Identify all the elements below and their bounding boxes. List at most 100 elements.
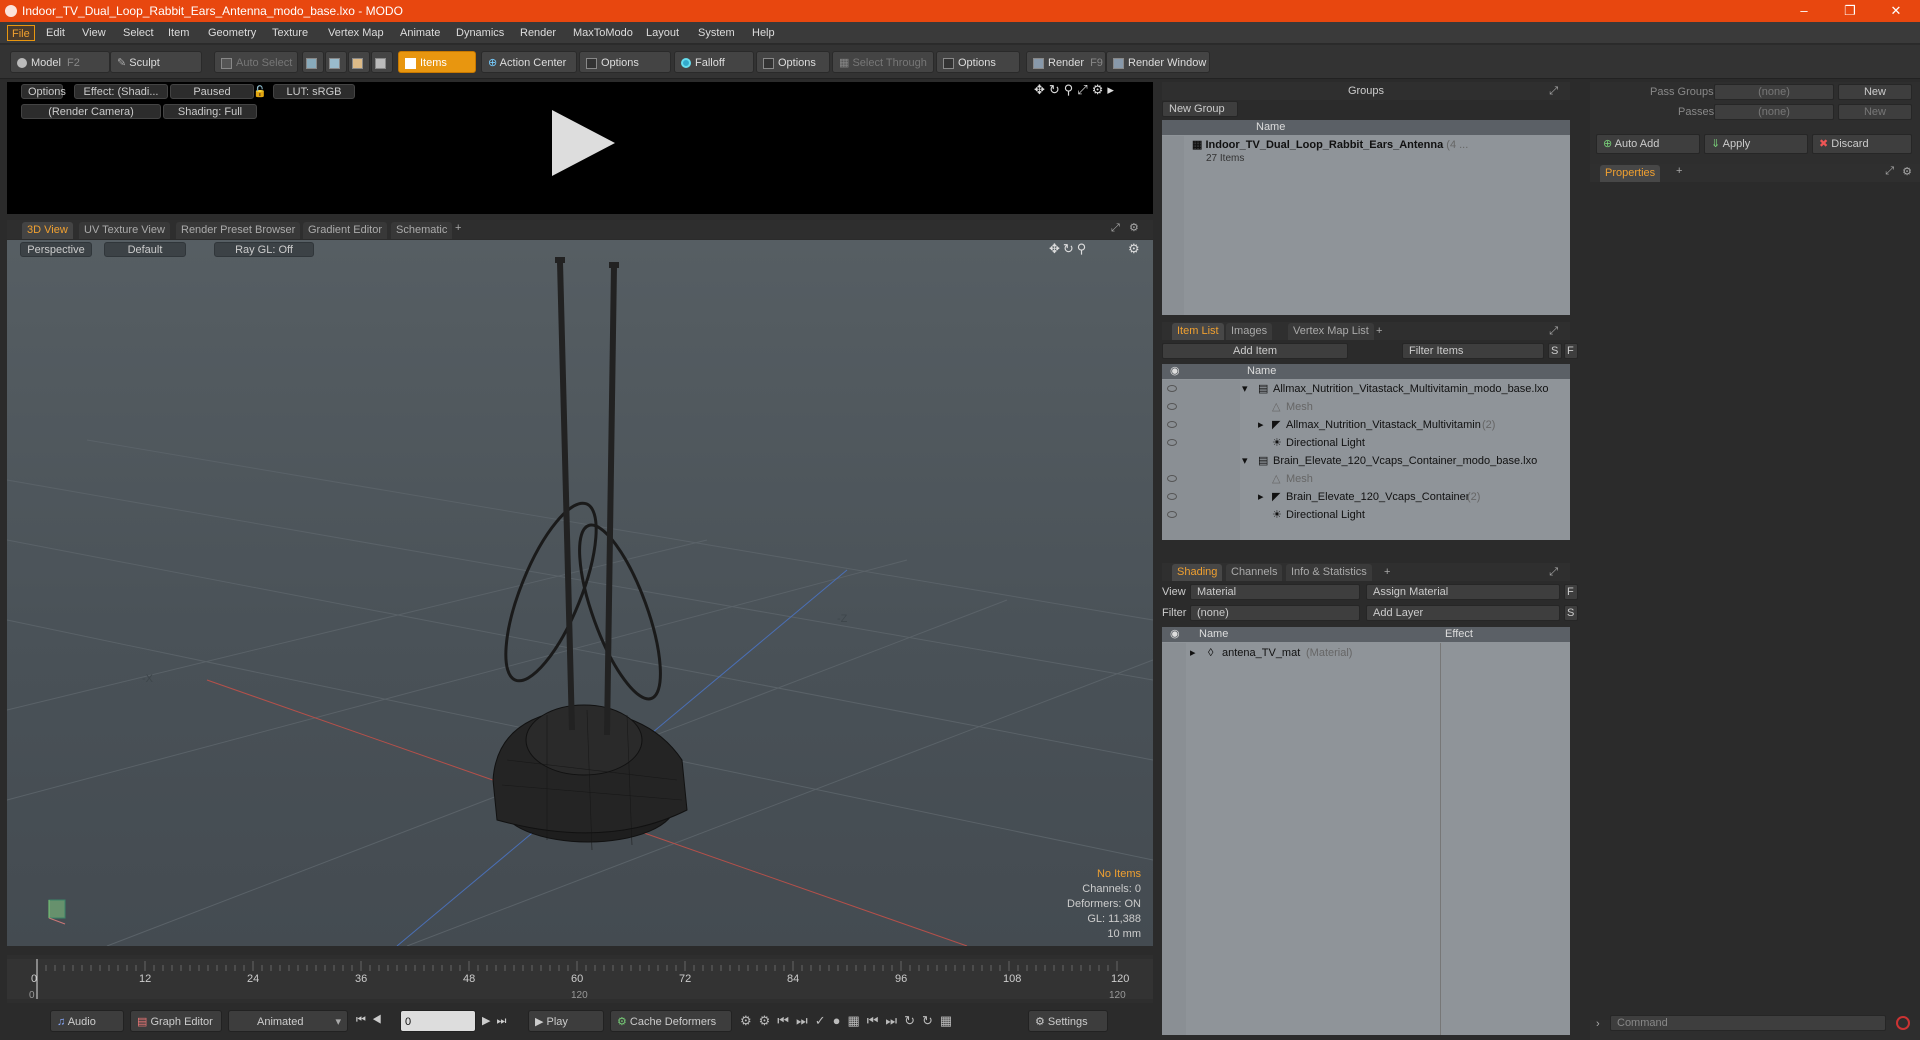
menu-render[interactable]: Render xyxy=(516,25,560,41)
close-button[interactable]: ✕ xyxy=(1876,2,1916,20)
tab-images[interactable]: Images xyxy=(1226,323,1273,340)
new-pass-group-button[interactable]: New xyxy=(1838,84,1912,100)
preview-nav-icons[interactable]: ✥↻⚲⤢⚙▸ xyxy=(1034,82,1118,98)
lock-icon[interactable]: 🔓 xyxy=(253,85,267,98)
auto-add-button[interactable]: ⊕ Auto Add xyxy=(1596,134,1700,154)
menu-system[interactable]: System xyxy=(694,25,739,41)
preview-effect-dropdown[interactable]: Effect: (Shadi... xyxy=(74,84,168,99)
add-tab-icon[interactable]: + xyxy=(1384,563,1390,581)
add-tab-icon[interactable]: + xyxy=(1676,165,1682,177)
play-icon[interactable] xyxy=(552,110,615,176)
render-window-button[interactable]: Render Window xyxy=(1106,51,1210,73)
perspective-dropdown[interactable]: Perspective xyxy=(20,242,92,257)
shading-f-button[interactable]: F xyxy=(1564,584,1578,600)
filter-items-input[interactable]: Filter Items xyxy=(1402,343,1544,359)
maximize-icon[interactable]: ⤢ xyxy=(1885,165,1894,178)
select-through-button[interactable]: ▦ Select Through xyxy=(832,51,934,73)
list-item[interactable]: ▾ ▤ Brain_Elevate_120_Vcaps_Container_modo… xyxy=(1162,452,1570,470)
command-expand-icon[interactable]: › xyxy=(1596,1018,1600,1030)
raygl-toggle[interactable]: Ray GL: Off xyxy=(214,242,314,257)
tab-channels[interactable]: Channels xyxy=(1226,564,1283,581)
restore-button[interactable]: ❐ xyxy=(1830,2,1870,20)
action-center-options-button[interactable]: Options xyxy=(579,51,671,73)
preview-camera-dropdown[interactable]: (Render Camera) xyxy=(21,104,161,119)
shading-style-dropdown[interactable]: Default xyxy=(104,242,186,257)
viewport-nav-icons[interactable]: ✥↻⚲ xyxy=(1049,241,1089,257)
tab-render-preset-browser[interactable]: Render Preset Browser xyxy=(176,222,301,239)
cache-deformers-button[interactable]: ⚙ Cache Deformers xyxy=(610,1010,732,1032)
material-row[interactable]: ▸ ◊ antena_TV_mat (Material) xyxy=(1190,644,1440,662)
add-tab-icon[interactable]: + xyxy=(455,222,461,234)
tab-uv-texture-view[interactable]: UV Texture View xyxy=(79,222,170,239)
timeline[interactable]: 0 12 24 36 48 60 72 84 96 108 120 0 120 120 xyxy=(7,955,1153,1003)
menu-maxtomodo[interactable]: MaxToModo xyxy=(569,25,637,41)
render-button[interactable]: Render F9 xyxy=(1026,51,1106,73)
items-mode-button[interactable]: Items xyxy=(398,51,476,73)
settings-button[interactable]: ⚙ Settings xyxy=(1028,1010,1108,1032)
audio-button[interactable]: ♫ Audio xyxy=(50,1010,124,1032)
tab-3d-view[interactable]: 3D View xyxy=(22,222,73,239)
maximize-icon[interactable]: ⤢ xyxy=(1111,222,1120,235)
transport-prev-icons[interactable]: ⏮◀ xyxy=(356,1014,388,1027)
list-item[interactable]: ☀ Directional Light xyxy=(1162,506,1570,524)
sculpt-mode-button[interactable]: ✎ Sculpt xyxy=(110,51,202,73)
edges-mode-button[interactable] xyxy=(325,51,347,73)
filter-s-button[interactable]: S xyxy=(1548,343,1562,359)
menu-edit[interactable]: Edit xyxy=(42,25,69,41)
passes-dropdown[interactable]: (none) xyxy=(1714,104,1834,120)
animated-dropdown[interactable]: Animated ▾ xyxy=(228,1010,348,1032)
preview-paused-toggle[interactable]: Paused xyxy=(170,84,254,99)
action-center-button[interactable]: ⊕ Action Center xyxy=(481,51,577,73)
gear-icon[interactable]: ⚙ xyxy=(1129,221,1139,234)
menu-animate[interactable]: Animate xyxy=(396,25,444,41)
menu-geometry[interactable]: Geometry xyxy=(204,25,260,41)
menu-dynamics[interactable]: Dynamics xyxy=(452,25,508,41)
maximize-icon[interactable]: ⤢ xyxy=(1549,322,1558,340)
materials-mode-button[interactable] xyxy=(371,51,393,73)
apply-button[interactable]: ⇓ Apply xyxy=(1704,134,1808,154)
preview-shading-dropdown[interactable]: Shading: Full xyxy=(163,104,257,119)
menu-help[interactable]: Help xyxy=(748,25,779,41)
menu-select[interactable]: Select xyxy=(119,25,158,41)
add-item-dropdown[interactable]: Add Item xyxy=(1162,343,1348,359)
tab-gradient-editor[interactable]: Gradient Editor xyxy=(303,222,387,239)
discard-button[interactable]: ✖ Discard xyxy=(1812,134,1912,154)
list-item[interactable]: ▾ ▤ Allmax_Nutrition_Vitastack_Multivitami… xyxy=(1162,380,1570,398)
model-mode-button[interactable]: Model F2 xyxy=(10,51,110,73)
menu-layout[interactable]: Layout xyxy=(642,25,683,41)
add-layer-dropdown[interactable]: Add Layer xyxy=(1366,605,1560,621)
menu-file[interactable]: File xyxy=(7,25,35,41)
tab-properties[interactable]: Properties xyxy=(1600,165,1661,182)
polygons-mode-button[interactable] xyxy=(348,51,370,73)
preview-options-button[interactable]: Options xyxy=(21,84,66,99)
list-item[interactable]: △ Mesh xyxy=(1162,470,1570,488)
viewport-gear-icon[interactable]: ⚙ xyxy=(1128,241,1140,257)
view-dropdown[interactable]: Material xyxy=(1190,584,1360,600)
new-group-button[interactable]: New Group xyxy=(1162,101,1238,117)
tab-shading[interactable]: Shading xyxy=(1172,564,1223,581)
play-button[interactable]: ▶ Play xyxy=(528,1010,604,1032)
add-tab-icon[interactable]: + xyxy=(1376,322,1382,340)
tab-schematic[interactable]: Schematic xyxy=(391,222,453,239)
record-icon[interactable] xyxy=(1896,1016,1910,1030)
group-item[interactable]: ▦ Indoor_TV_Dual_Loop_Rabbit_Ears_Antenn… xyxy=(1192,138,1468,151)
new-pass-button[interactable]: New xyxy=(1838,104,1912,120)
menu-vertex-map[interactable]: Vertex Map xyxy=(324,25,388,41)
tab-item-list[interactable]: Item List xyxy=(1172,323,1224,340)
shading-s-button[interactable]: S xyxy=(1564,605,1578,621)
vertices-mode-button[interactable] xyxy=(302,51,324,73)
command-input[interactable]: Command xyxy=(1610,1015,1886,1031)
3d-viewport[interactable]: Perspective Default Ray GL: Off ✥↻⚲ ⚙ -X… xyxy=(7,240,1153,946)
current-frame-input[interactable]: 0 xyxy=(400,1010,476,1032)
pass-groups-dropdown[interactable]: (none) xyxy=(1714,84,1834,100)
menu-texture[interactable]: Texture xyxy=(268,25,312,41)
transport-next-icons[interactable]: ▶⏭ xyxy=(482,1014,512,1028)
maximize-icon[interactable]: ⤢ xyxy=(1549,82,1558,100)
tab-vertex-map-list[interactable]: Vertex Map List xyxy=(1288,323,1374,340)
filter-dropdown[interactable]: (none) xyxy=(1190,605,1360,621)
list-item[interactable]: △ Mesh xyxy=(1162,398,1570,416)
menu-view[interactable]: View xyxy=(78,25,110,41)
preview-lut-dropdown[interactable]: LUT: sRGB xyxy=(273,84,355,99)
tab-info-statistics[interactable]: Info & Statistics xyxy=(1286,564,1372,581)
assign-material-button[interactable]: Assign Material xyxy=(1366,584,1560,600)
